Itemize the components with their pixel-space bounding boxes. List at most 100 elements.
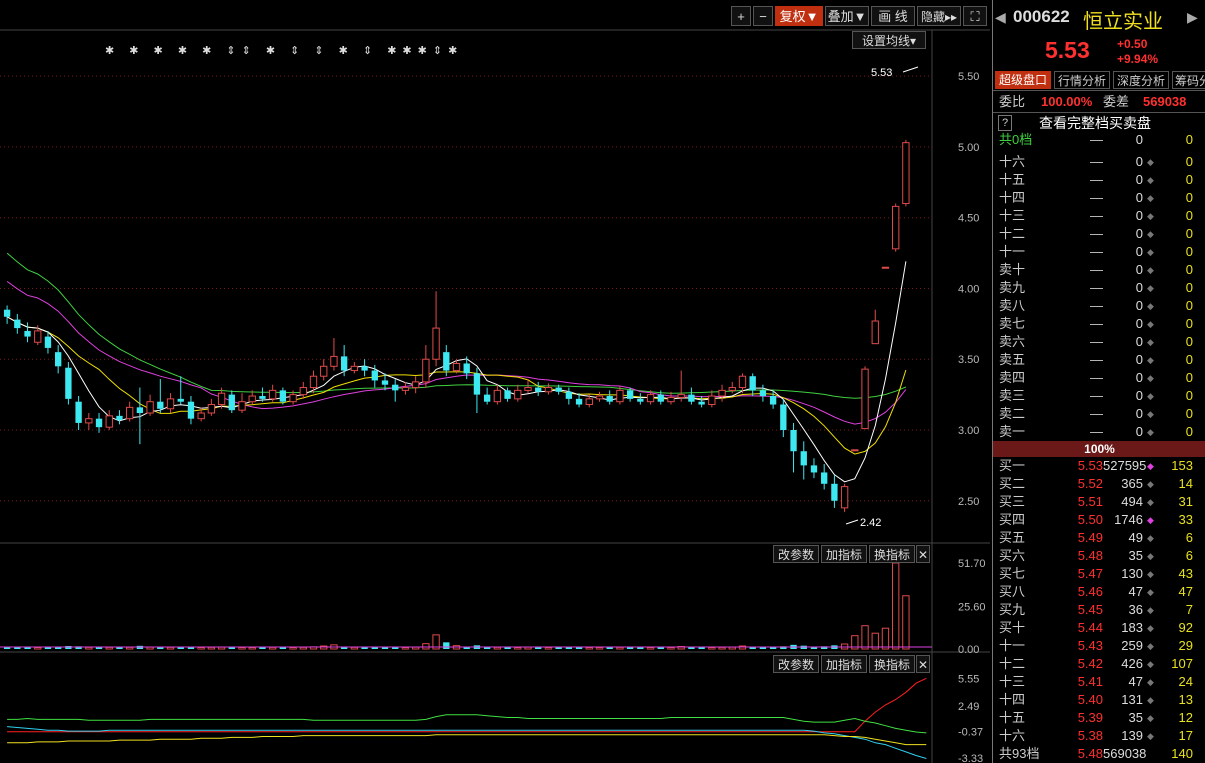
ask-total-row[interactable]: 共0档 — 0 0 xyxy=(993,131,1205,149)
candle-body xyxy=(646,394,655,403)
bid-order-count: 107 xyxy=(1171,656,1193,671)
candle-body xyxy=(595,395,604,400)
volume-bar xyxy=(44,647,52,649)
candle-body xyxy=(473,373,481,395)
bid-row[interactable]: 买七 5.47 130 ◆ 43 xyxy=(993,565,1205,583)
candle-body xyxy=(85,418,93,424)
volume-bar xyxy=(595,647,604,650)
ask-row[interactable]: 十二 — 0 ◆ 0 xyxy=(993,225,1205,243)
bid-price: 5.39 xyxy=(1077,710,1103,725)
ask-row[interactable]: 十三 — 0 ◆ 0 xyxy=(993,207,1205,225)
ask-row[interactable]: 卖三 — 0 ◆ 0 xyxy=(993,387,1205,405)
candle-body xyxy=(350,365,359,372)
next-stock-icon[interactable]: ▶ xyxy=(1187,9,1198,26)
bid-row[interactable]: 买六 5.48 35 ◆ 6 xyxy=(993,547,1205,565)
ask-row[interactable]: 卖六 — 0 ◆ 0 xyxy=(993,333,1205,351)
kline-window: + − 复权▼ 叠加▼ 画 线 隐藏▸▸ ⛶ 设置均线▾ 5.50 5.00 4.5… xyxy=(0,0,1205,763)
bid-level-label: 十二 xyxy=(999,656,1026,671)
ask-row[interactable]: 十六 — 0 ◆ 0 xyxy=(993,153,1205,171)
bid-order-count: 31 xyxy=(1178,494,1193,509)
ask-marker-icon: ◆ xyxy=(1147,193,1154,203)
ind-params-button[interactable]: 改参数 xyxy=(773,655,819,673)
candle-body xyxy=(769,396,777,405)
price-tick-label: 5.00 xyxy=(958,142,979,154)
tab-market-analysis[interactable]: 行情分析 xyxy=(1054,71,1110,89)
ask-price: — xyxy=(1090,352,1103,367)
ask-marker-icon: ◆ xyxy=(1147,211,1154,221)
bid-row[interactable]: 买一 5.53 527595 ◆ 153 xyxy=(993,457,1205,475)
ask-row[interactable]: 卖九 — 0 ◆ 0 xyxy=(993,279,1205,297)
ind-switch-indicator-button[interactable]: 换指标 xyxy=(869,655,915,673)
ask-row[interactable]: 卖二 — 0 ◆ 0 xyxy=(993,405,1205,423)
candle-body xyxy=(698,401,705,405)
bid-row[interactable]: 十一 5.43 259 ◆ 29 xyxy=(993,637,1205,655)
tab-super-book[interactable]: 超级盘口 xyxy=(995,71,1051,89)
vol-close-icon[interactable]: ✕ xyxy=(916,545,930,563)
bid-row[interactable]: 买二 5.52 365 ◆ 14 xyxy=(993,475,1205,493)
ask-row[interactable]: 卖十 — 0 ◆ 0 xyxy=(993,261,1205,279)
bid-volume: 35 xyxy=(1128,548,1143,563)
bid-order-count: 7 xyxy=(1185,602,1193,617)
bid-row[interactable]: 买三 5.51 494 ◆ 31 xyxy=(993,493,1205,511)
volume-bar xyxy=(881,627,890,650)
volume-bar xyxy=(443,642,450,649)
ask-volume: 0 xyxy=(1135,172,1143,187)
bid-total-row[interactable]: 共93档 5.48 569038 140 xyxy=(993,745,1205,763)
candle-body xyxy=(146,401,154,414)
ask-row[interactable]: 卖一 — 0 ◆ 0 xyxy=(993,423,1205,441)
bid-row[interactable]: 十二 5.42 426 ◆ 107 xyxy=(993,655,1205,673)
help-icon[interactable]: ? xyxy=(998,115,1012,131)
tab-deep-analysis[interactable]: 深度分析 xyxy=(1113,71,1169,89)
bid-row[interactable]: 买五 5.49 49 ◆ 6 xyxy=(993,529,1205,547)
prev-stock-icon[interactable]: ◀ xyxy=(995,9,1006,26)
bid-volume: 47 xyxy=(1128,674,1143,689)
bid-row[interactable]: 十四 5.40 131 ◆ 13 xyxy=(993,691,1205,709)
ind-add-indicator-button[interactable]: 加指标 xyxy=(821,655,867,673)
ask-row[interactable]: 卖五 — 0 ◆ 0 xyxy=(993,351,1205,369)
ask-row[interactable]: 十四 — 0 ◆ 0 xyxy=(993,189,1205,207)
vol-params-button[interactable]: 改参数 xyxy=(773,545,819,563)
vol-add-indicator-button[interactable]: 加指标 xyxy=(821,545,867,563)
ask-row[interactable]: 十一 — 0 ◆ 0 xyxy=(993,243,1205,261)
ask-row[interactable]: 卖四 — 0 ◆ 0 xyxy=(993,369,1205,387)
ask-volume: 0 xyxy=(1135,190,1143,205)
volume-bar xyxy=(299,646,307,650)
volume-bar xyxy=(646,647,655,650)
price-tick-label: 5.50 xyxy=(958,71,979,83)
ask-order-count: 0 xyxy=(1185,334,1193,349)
volume-tick-label: 0.00 xyxy=(958,644,979,656)
full-book-row[interactable]: ? 查看完整档买卖盘 xyxy=(993,114,1205,132)
bid-row[interactable]: 买四 5.50 1746 ◆ 33 xyxy=(993,511,1205,529)
bid-order-count: 24 xyxy=(1178,674,1193,689)
bid-row[interactable]: 十六 5.38 139 ◆ 17 xyxy=(993,727,1205,745)
bid-row[interactable]: 买九 5.45 36 ◆ 7 xyxy=(993,601,1205,619)
bid-row[interactable]: 十五 5.39 35 ◆ 12 xyxy=(993,709,1205,727)
candle-body xyxy=(105,415,113,428)
candlestick-chart[interactable]: 5.50 5.00 4.50 4.00 3.50 3.00 2.50 51.70 25.60 0… xyxy=(0,0,990,763)
ask-row[interactable]: 卖八 — 0 ◆ 0 xyxy=(993,297,1205,315)
ask-row[interactable]: 十五 — 0 ◆ 0 xyxy=(993,171,1205,189)
weibi-row: 委比 100.00% 委差 569038 xyxy=(993,93,1205,111)
tab-chips[interactable]: 筹码分 xyxy=(1172,71,1205,89)
volume-bar xyxy=(248,647,256,650)
event-markers[interactable]: ✱ ✱ ✱ ✱ ✱ ⇕⇕ ✱ ⇕ ⇕ ✱ ⇕ ✱✱✱⇕✱ xyxy=(105,45,463,57)
candle-body xyxy=(810,465,818,473)
ind-close-icon[interactable]: ✕ xyxy=(916,655,930,673)
weibi-label: 委比 xyxy=(999,94,1026,109)
bid-row[interactable]: 买十 5.44 183 ◆ 92 xyxy=(993,619,1205,637)
bid-level-label: 买五 xyxy=(999,530,1026,545)
candle-body xyxy=(309,375,318,389)
volume-bar xyxy=(95,647,103,649)
candle-body xyxy=(392,384,399,391)
ask-price: — xyxy=(1090,190,1103,205)
candle-body xyxy=(330,355,338,367)
bid-level-label: 买四 xyxy=(999,512,1026,527)
bid-row[interactable]: 买八 5.46 47 ◆ 47 xyxy=(993,583,1205,601)
bid-row[interactable]: 十三 5.41 47 ◆ 24 xyxy=(993,673,1205,691)
volume-bar xyxy=(289,647,297,650)
view-full-book-link[interactable]: 查看完整档买卖盘 xyxy=(1039,114,1151,132)
vol-switch-indicator-button[interactable]: 换指标 xyxy=(869,545,915,563)
bid-order-count: 17 xyxy=(1178,728,1193,743)
candle-body xyxy=(443,352,450,371)
ask-row[interactable]: 卖七 — 0 ◆ 0 xyxy=(993,315,1205,333)
